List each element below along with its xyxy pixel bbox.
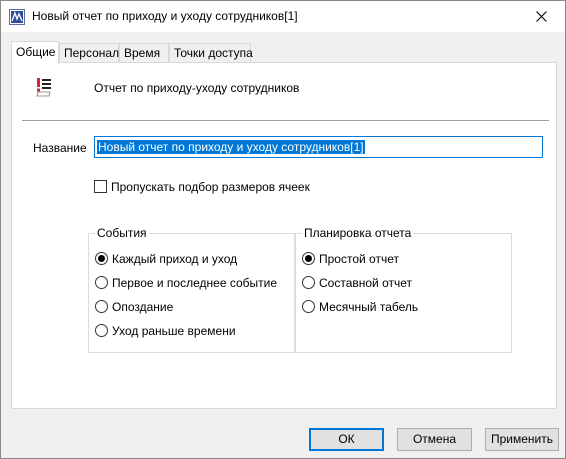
events-group: События Каждый приход и уход Первое и по… xyxy=(88,226,295,353)
dialog-window: Новый отчет по приходу и уходу сотрудник… xyxy=(0,0,566,459)
radio-button[interactable] xyxy=(95,252,108,265)
radio-label: Первое и последнее событие xyxy=(112,276,278,290)
checkbox-box[interactable] xyxy=(94,180,107,193)
button-bar: ОК Отмена Применить xyxy=(1,409,565,458)
name-input[interactable]: Новый отчет по приходу и уходу сотрудник… xyxy=(94,136,543,158)
separator xyxy=(22,120,549,121)
close-icon xyxy=(536,11,547,22)
radio-button[interactable] xyxy=(302,300,315,313)
window-title: Новый отчет по приходу и уходу сотрудник… xyxy=(32,9,298,23)
checkbox-label: Пропускать подбор размеров ячеек xyxy=(111,180,310,194)
close-button[interactable] xyxy=(519,1,565,32)
tab-personnel[interactable]: Персонал xyxy=(59,43,119,63)
report-description: Отчет по приходу-уходу сотрудников xyxy=(94,81,300,95)
layout-group-title: Планировка отчета xyxy=(302,226,414,240)
radio-label: Составной отчет xyxy=(319,276,413,290)
tab-access-points[interactable]: Точки доступа xyxy=(169,43,253,63)
radio-label: Месячный табель xyxy=(319,300,419,314)
radio-button[interactable] xyxy=(302,276,315,289)
tab-general[interactable]: Общие xyxy=(11,41,59,64)
cancel-button[interactable]: Отмена xyxy=(397,428,472,451)
radio-label: Опоздание xyxy=(112,300,174,314)
radio-button[interactable] xyxy=(302,252,315,265)
title-bar[interactable]: Новый отчет по приходу и уходу сотрудник… xyxy=(1,1,565,32)
events-group-title: События xyxy=(95,226,149,240)
radio-button[interactable] xyxy=(95,276,108,289)
ok-button[interactable]: ОК xyxy=(309,428,384,451)
radio-label: Уход раньше времени xyxy=(112,324,236,338)
tab-time[interactable]: Время xyxy=(119,43,169,63)
radio-button[interactable] xyxy=(95,324,108,337)
layout-group: Планировка отчета Простой отчет Составно… xyxy=(295,226,512,353)
report-list-icon xyxy=(34,76,54,98)
radio-button[interactable] xyxy=(95,300,108,313)
app-icon xyxy=(9,9,25,25)
name-label: Название xyxy=(33,141,87,155)
apply-button[interactable]: Применить xyxy=(485,428,559,451)
tab-panel-general: Отчет по приходу-уходу сотрудников Назва… xyxy=(11,62,557,409)
name-input-value: Новый отчет по приходу и уходу сотрудник… xyxy=(97,140,365,154)
radio-label: Простой отчет xyxy=(319,252,399,266)
radio-label: Каждый приход и уход xyxy=(112,252,238,266)
